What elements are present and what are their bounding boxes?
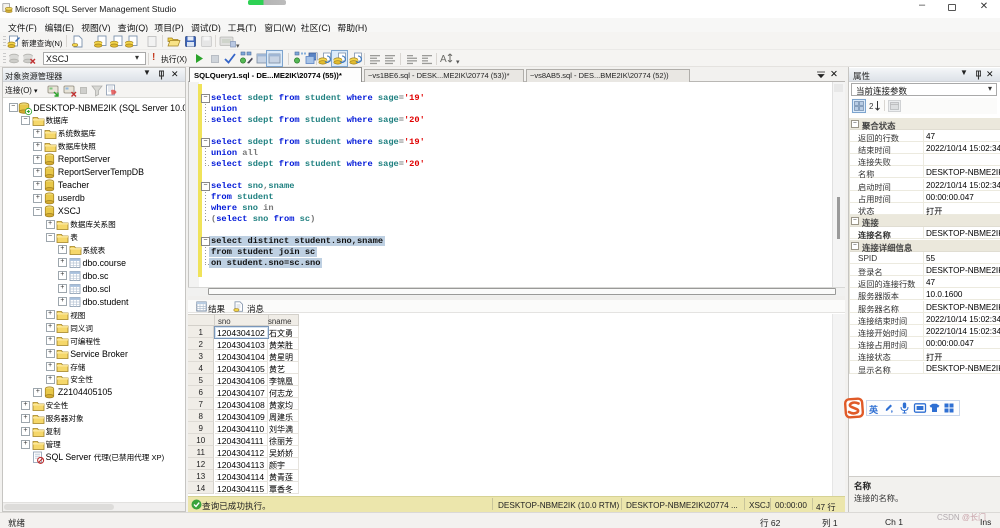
svg-text:2: 2	[869, 102, 874, 111]
svg-text:A: A	[440, 54, 447, 65]
